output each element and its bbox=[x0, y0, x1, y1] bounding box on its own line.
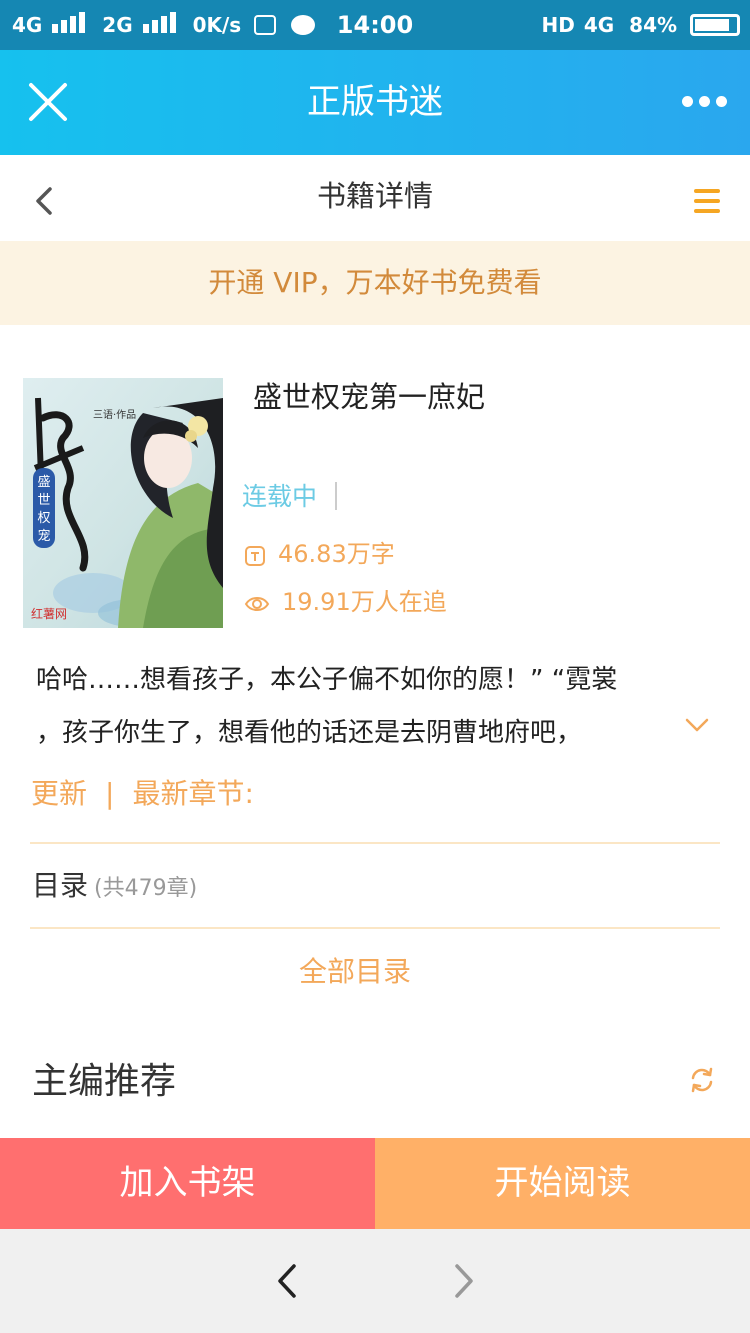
book-title: 盛世权宠第一庶妃 bbox=[253, 380, 486, 414]
status-label: 连载中 bbox=[242, 482, 318, 511]
battery-percent: 84% bbox=[629, 13, 678, 37]
followers: 19.91万人在追 bbox=[244, 582, 447, 617]
battery-icon bbox=[690, 14, 740, 36]
all-catalog-link[interactable]: 全部目录 bbox=[0, 950, 710, 990]
update-label: 更新 bbox=[31, 777, 88, 810]
status-divider bbox=[335, 482, 338, 510]
app-bar: 正版书迷 bbox=[0, 50, 750, 155]
eye-icon bbox=[244, 597, 270, 611]
catalog-row[interactable]: 目录 (共479章) bbox=[32, 864, 197, 904]
page-header: 书籍详情 bbox=[0, 155, 750, 241]
divider-1 bbox=[30, 842, 720, 844]
recommend-title: 主编推荐 bbox=[32, 1061, 177, 1102]
book-description: 哈哈……想看孩子，本公子偏不如你的愿！” “霓裳 ，孩子你生了，想看他的话还是去… bbox=[36, 654, 726, 760]
divider-2 bbox=[30, 927, 720, 929]
word-count-value: 46.83万字 bbox=[278, 540, 395, 568]
refresh-icon[interactable] bbox=[688, 1066, 716, 1094]
cover-subtitle-2: 世 bbox=[37, 493, 50, 508]
latest-update[interactable]: 更新 | 最新章节: bbox=[31, 772, 254, 812]
status-bar: 4G 2G 0K/s 14:00 HD 4G 84% bbox=[0, 0, 750, 50]
hd-indicator: HD bbox=[541, 13, 575, 37]
more-options-icon[interactable] bbox=[679, 92, 730, 112]
vip-banner[interactable]: 开通 VIP，万本好书免费看 bbox=[0, 241, 750, 325]
cover-author: 三语·作品 bbox=[93, 409, 136, 421]
description-line-1: 哈哈……想看孩子，本公子偏不如你的愿！” “霓裳 bbox=[36, 665, 618, 695]
word-count: 46.83万字 bbox=[244, 534, 395, 569]
latest-chapter-label: 最新章节: bbox=[132, 777, 254, 810]
serial-status: 连载中 bbox=[242, 477, 338, 513]
book-cover: 盛 世 权 宠 三语·作品 红薯网 bbox=[23, 378, 223, 628]
book-cover-image: 盛 世 权 宠 三语·作品 红薯网 bbox=[23, 378, 223, 628]
network-type-3: 4G bbox=[583, 13, 615, 37]
cover-publisher: 红薯网 bbox=[31, 606, 67, 621]
chevron-down-icon[interactable] bbox=[684, 716, 710, 734]
followers-value: 19.91万人在追 bbox=[282, 588, 447, 616]
app-title: 正版书迷 bbox=[307, 82, 443, 122]
battery-fill bbox=[695, 19, 729, 31]
browser-nav-bar bbox=[0, 1229, 750, 1333]
catalog-label: 目录 bbox=[32, 869, 89, 902]
nav-back-icon[interactable] bbox=[275, 1262, 299, 1300]
description-line-2: ，孩子你生了，想看他的话还是去阴曹地府吧， bbox=[36, 718, 583, 748]
cover-subtitle-1: 盛 bbox=[37, 475, 50, 490]
page-title: 书籍详情 bbox=[316, 179, 433, 213]
start-reading-button[interactable]: 开始阅读 bbox=[375, 1138, 750, 1229]
cover-subtitle-3: 权 bbox=[37, 510, 50, 526]
add-to-shelf-button[interactable]: 加入书架 bbox=[0, 1138, 375, 1229]
nav-forward-icon[interactable] bbox=[452, 1262, 476, 1300]
menu-icon[interactable] bbox=[694, 189, 720, 213]
cover-subtitle-4: 宠 bbox=[37, 528, 50, 544]
text-icon bbox=[245, 546, 265, 566]
chapter-count: (共479章) bbox=[94, 876, 198, 901]
status-right: HD 4G 84% bbox=[542, 0, 740, 50]
update-separator: | bbox=[105, 777, 115, 810]
